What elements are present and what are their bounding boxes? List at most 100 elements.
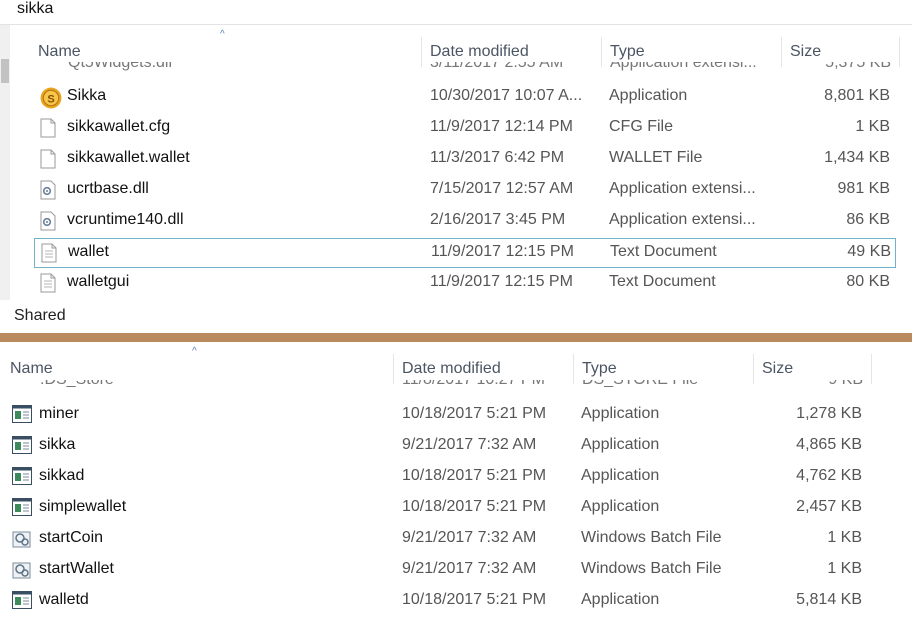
file-type: Application extensi... [609,180,756,197]
scrollbar-thumb[interactable] [1,59,9,83]
file-type: CFG File [609,118,673,135]
list-item[interactable]: wallet 11/9/2017 12:15 PM Text Document 49 … [34,238,896,268]
file-date: 9/21/2017 7:32 AM [402,529,537,546]
list-item[interactable]: vcruntime140.dll 2/16/2017 3:45 PM Applica… [34,207,894,235]
column-header-date[interactable]: Date modified [402,360,501,378]
column-header-name[interactable]: Name [38,43,81,61]
list-item[interactable]: simplewallet 10/18/2017 5:21 PM Applicatio… [6,494,876,522]
list-item[interactable]: walletgui 11/9/2017 12:15 PM Text Document… [34,269,894,297]
file-date: 10/18/2017 5:21 PM [402,591,547,608]
file-name: Qt5Widgets.dll [68,62,173,71]
file-name: startCoin [39,529,104,546]
list-item[interactable]: walletd 10/18/2017 5:21 PM Application 5,81… [6,587,876,615]
file-date: 7/15/2017 12:57 AM [430,180,574,197]
file-date: 3/11/2017 2:55 AM [430,62,564,71]
file-size: 5,375 KB [825,62,891,71]
file-name: wallet [68,243,109,260]
column-header-date[interactable]: Date modified [430,43,529,61]
file-size: 86 KB [846,211,890,228]
list-item[interactable]: sikka 9/21/2017 7:32 AM Application 4,865 K… [6,432,876,460]
file-size: 49 KB [847,243,891,260]
folder-title: sikka [17,0,54,17]
file-date: 11/9/2017 12:14 PM [430,118,573,135]
file-size: 80 KB [846,273,890,290]
svg-text:S: S [47,93,54,105]
partial-list-item[interactable]: Qt5Widgets.dll 3/11/2017 2:55 AM Applica… [40,62,900,74]
file-type: WALLET File [609,149,703,166]
app-window-icon [12,467,32,487]
file-type: Windows Batch File [581,560,722,577]
file-size: 1 KB [827,560,862,577]
file-name: simplewallet [39,498,127,515]
batch-file-icon [12,529,31,549]
blank-file-icon [40,149,58,169]
file-size: 5,814 KB [796,591,862,608]
file-type: Text Document [609,273,716,290]
top-file-list: ^ Name Date modified Type Size Qt5Widget… [0,25,912,334]
file-type: Application [581,498,660,515]
file-size: 4,762 KB [796,467,862,484]
file-date: 10/30/2017 10:07 A... [430,87,583,104]
file-name: miner [39,405,80,422]
column-header-size[interactable]: Size [762,360,793,378]
file-date: 11/9/2017 12:15 PM [430,273,573,290]
list-item[interactable]: miner 10/18/2017 5:21 PM Application 1,278 … [6,401,876,429]
list-item[interactable]: startWallet 9/21/2017 7:32 AM Windows Batc… [6,556,876,584]
window-divider [0,333,912,342]
list-item[interactable]: startCoin 9/21/2017 7:32 AM Windows Batch … [6,525,876,553]
file-date: 11/8/2017 10:27 PM [402,380,545,389]
sort-ascending-icon: ^ [220,29,225,40]
file-name: vcruntime140.dll [67,211,184,228]
dll-file-icon [40,180,58,200]
list-item[interactable]: ucrtbase.dll 7/15/2017 12:57 AM Applicatio… [34,176,894,204]
column-header-type[interactable]: Type [610,43,645,61]
file-name: sikkad [39,467,85,484]
file-size: 4,865 KB [796,436,862,453]
file-name: sikkawallet.cfg [67,118,171,135]
file-type: Application [581,467,660,484]
column-header-size[interactable]: Size [790,43,821,61]
column-header-type[interactable]: Type [582,360,617,378]
file-size: 9 KB [782,380,863,389]
sikka-coin-icon: S [40,87,62,109]
list-item[interactable]: sikkawallet.wallet 11/3/2017 6:42 PM WALLE… [34,145,894,173]
text-file-icon [41,243,59,263]
file-date: 9/21/2017 7:32 AM [402,560,537,577]
text-file-icon [40,273,58,293]
app-window-icon [12,498,32,518]
file-type: DS_STORE File [582,380,698,389]
file-name: Sikka [67,87,107,104]
file-type: Application [609,87,688,104]
file-name: sikka [39,436,76,453]
file-size: 1,434 KB [824,149,890,166]
vertical-scrollbar[interactable] [0,25,10,300]
app-window-icon [12,405,32,425]
file-date: 11/3/2017 6:42 PM [430,149,565,166]
file-date: 2/16/2017 3:45 PM [430,211,566,228]
app-window-icon [12,436,32,456]
file-date: 11/9/2017 12:15 PM [431,243,574,260]
file-type: Application [581,436,660,453]
file-size: 1 KB [827,529,862,546]
file-name: walletgui [67,273,130,290]
list-item[interactable]: sikkad 10/18/2017 5:21 PM Application 4,762… [6,463,876,491]
list-item[interactable]: sikkawallet.cfg 11/9/2017 12:14 PM CFG Fil… [34,114,894,142]
batch-file-icon [12,560,31,580]
sort-ascending-icon: ^ [192,346,197,357]
file-name: .DS_Store [40,380,114,389]
address-bar: sikka [0,0,912,25]
file-size: 981 KB [837,180,890,197]
partial-list-item[interactable]: .DS_Store 11/8/2017 10:27 PM DS_STORE Fi… [12,380,872,392]
dll-file-icon [40,211,58,231]
file-name: walletd [39,591,89,608]
list-item[interactable]: S Sikka 10/30/2017 10:07 A... Application 8,… [34,83,894,111]
bottom-file-list: ^ Name Date modified Type Size .DS_Store… [0,342,912,638]
file-type: Application [581,591,660,608]
file-date: 9/21/2017 7:32 AM [402,436,537,453]
file-name: sikkawallet.wallet [67,149,190,166]
shared-section-label[interactable]: Shared [14,307,66,325]
column-header-name[interactable]: Name [10,360,53,378]
file-type: Application extensi... [610,62,757,71]
file-type: Application extensi... [609,211,756,228]
file-type: Windows Batch File [581,529,722,546]
